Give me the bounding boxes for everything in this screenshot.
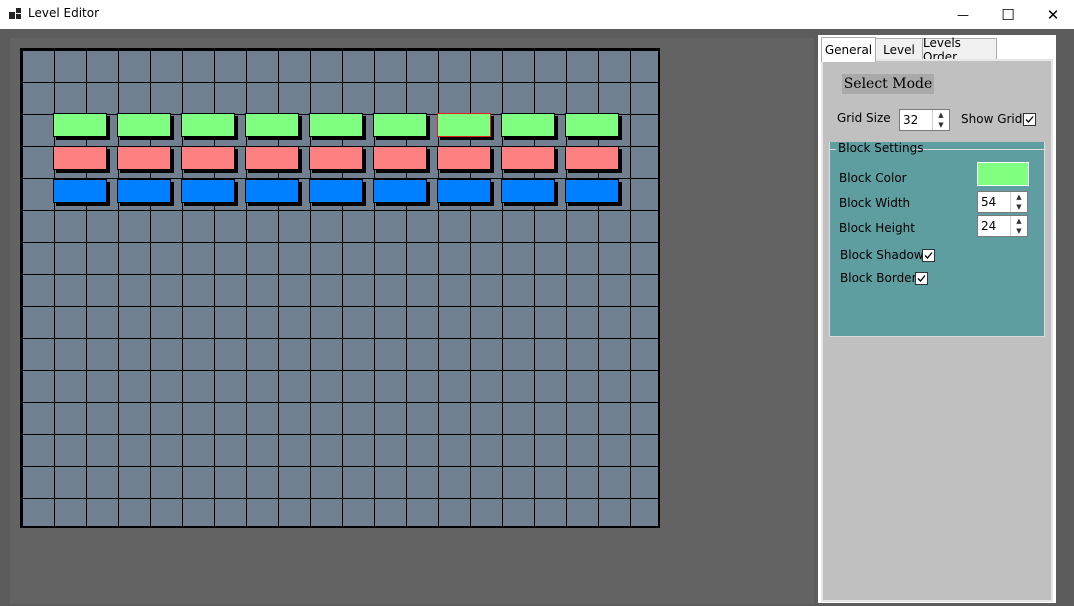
checkmark-icon	[924, 252, 933, 259]
tab-level[interactable]: Level	[875, 38, 923, 60]
block-1-4[interactable]	[245, 113, 299, 137]
block-settings-title: Block Settings	[838, 141, 924, 155]
window-title: Level Editor	[28, 6, 100, 20]
tab-general-label: General	[824, 43, 873, 57]
block-height-stepper[interactable]: 24 ▲ ▼	[977, 215, 1028, 237]
block-3-5[interactable]	[309, 179, 363, 203]
block-shadow-checkbox[interactable]	[922, 249, 935, 262]
minimize-button[interactable]: —	[940, 0, 986, 29]
block-3-4[interactable]	[245, 179, 299, 203]
block-2-2[interactable]	[117, 146, 171, 170]
chevron-down-icon[interactable]: ▼	[1011, 226, 1027, 236]
grid-size-label: Grid Size	[837, 111, 891, 125]
grid-size-stepper[interactable]: 32 ▲ ▼	[899, 109, 950, 131]
maximize-icon: ☐	[1001, 5, 1015, 24]
block-3-6[interactable]	[373, 179, 427, 203]
grid-size-value: 32	[903, 113, 919, 127]
block-2-6[interactable]	[373, 146, 427, 170]
block-3-2[interactable]	[117, 179, 171, 203]
block-width-stepper[interactable]: 54 ▲ ▼	[977, 191, 1028, 213]
tab-level-label: Level	[883, 42, 915, 57]
block-1-7[interactable]	[437, 113, 491, 137]
block-width-arrows[interactable]: ▲ ▼	[1010, 192, 1027, 212]
minimize-icon: —	[957, 7, 969, 22]
block-2-5[interactable]	[309, 146, 363, 170]
block-1-6[interactable]	[373, 113, 427, 137]
block-2-7[interactable]	[437, 146, 491, 170]
block-3-7[interactable]	[437, 179, 491, 203]
block-1-2[interactable]	[117, 113, 171, 137]
block-border-checkbox[interactable]	[915, 272, 928, 285]
block-width-value: 54	[981, 195, 997, 209]
block-2-4[interactable]	[245, 146, 299, 170]
block-shadow-label: Block Shadow	[840, 248, 924, 262]
group-border-side	[829, 149, 830, 336]
block-2-3[interactable]	[181, 146, 235, 170]
block-height-label: Block Height	[839, 221, 915, 235]
maximize-button[interactable]: ☐	[985, 0, 1031, 29]
title-bar: Level Editor — ☐ ✕	[0, 0, 1074, 29]
block-height-arrows[interactable]: ▲ ▼	[1010, 216, 1027, 236]
checkmark-icon	[1025, 116, 1034, 123]
block-color-swatch[interactable]	[977, 162, 1029, 186]
block-1-8[interactable]	[501, 113, 555, 137]
tab-levels-order[interactable]: Levels Order	[922, 36, 997, 64]
block-2-9[interactable]	[565, 146, 619, 170]
grid-size-arrows[interactable]: ▲ ▼	[932, 110, 949, 130]
chevron-up-icon[interactable]: ▲	[1011, 216, 1027, 226]
block-2-1[interactable]	[53, 146, 107, 170]
block-width-label: Block Width	[839, 196, 911, 210]
app-icon	[9, 8, 21, 20]
group-border-right	[913, 149, 1046, 150]
block-height-value: 24	[981, 219, 997, 233]
show-grid-label: Show Grid	[961, 112, 1023, 126]
close-button[interactable]: ✕	[1030, 0, 1074, 29]
block-1-9[interactable]	[565, 113, 619, 137]
block-3-1[interactable]	[53, 179, 107, 203]
block-3-9[interactable]	[565, 179, 619, 203]
group-border-left	[830, 149, 836, 150]
close-icon: ✕	[1046, 5, 1060, 24]
show-grid-checkbox[interactable]	[1023, 113, 1036, 126]
block-border-label: Block Border	[840, 271, 917, 285]
block-color-label: Block Color	[839, 171, 907, 185]
block-2-8[interactable]	[501, 146, 555, 170]
chevron-up-icon[interactable]: ▲	[1011, 192, 1027, 202]
checkmark-icon	[917, 275, 926, 282]
chevron-down-icon[interactable]: ▼	[933, 120, 949, 130]
chevron-down-icon[interactable]: ▼	[1011, 202, 1027, 212]
block-3-8[interactable]	[501, 179, 555, 203]
block-1-3[interactable]	[181, 113, 235, 137]
chevron-up-icon[interactable]: ▲	[933, 110, 949, 120]
block-3-3[interactable]	[181, 179, 235, 203]
block-1-5[interactable]	[309, 113, 363, 137]
block-1-1[interactable]	[53, 113, 107, 137]
tab-general[interactable]: General	[821, 37, 876, 62]
select-mode-label: Select Mode	[843, 76, 933, 92]
select-mode-button[interactable]: Select Mode	[842, 74, 934, 94]
